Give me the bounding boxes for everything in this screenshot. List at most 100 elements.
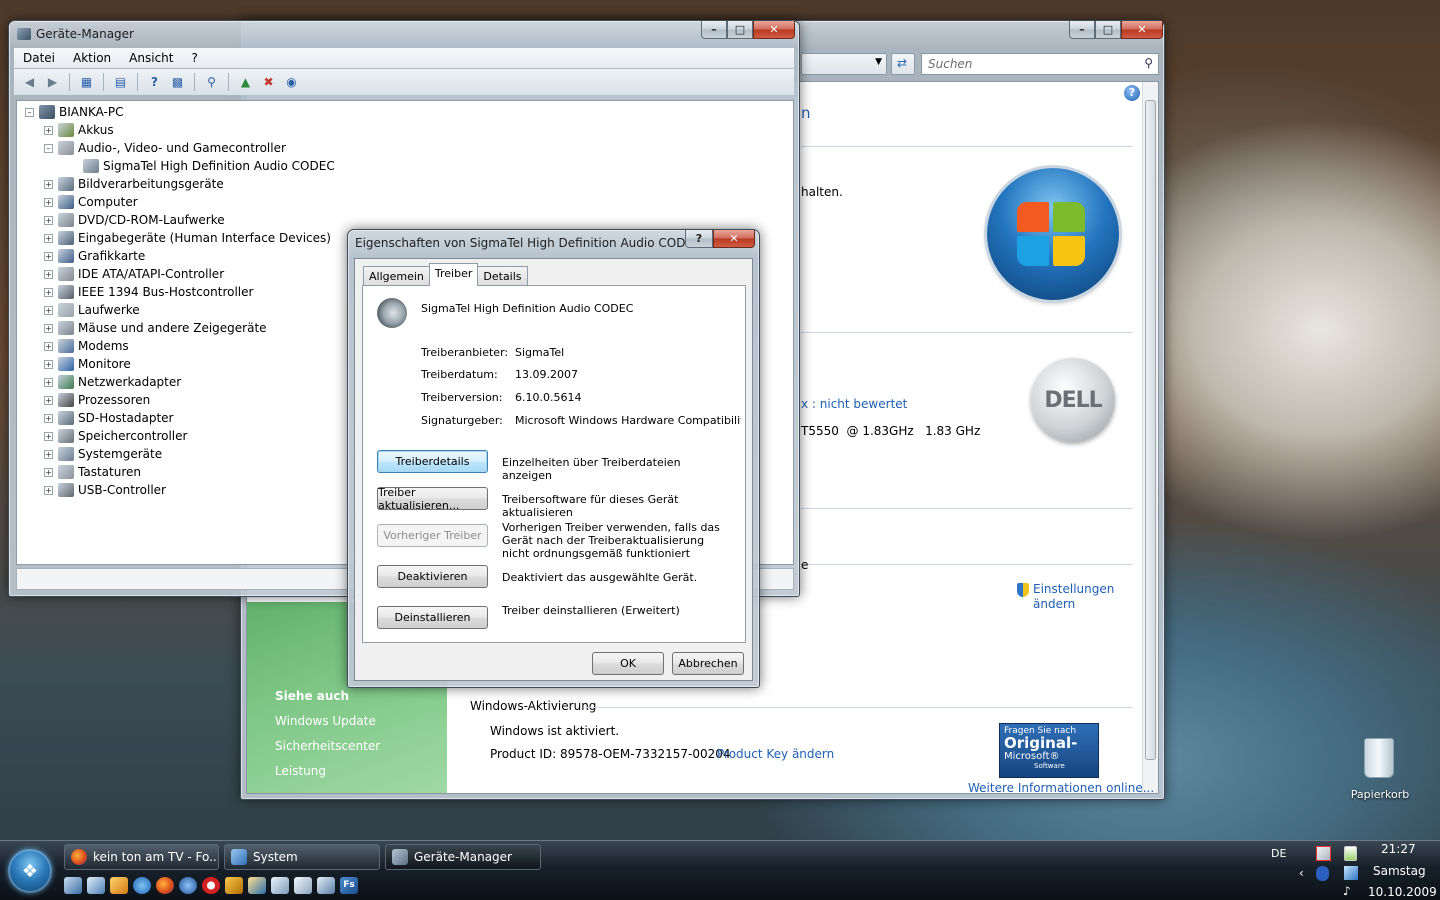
search-input[interactable]: Suchen ⚲ xyxy=(921,53,1159,75)
tree-category-item[interactable]: – Audio-, Video- und Gamecontroller xyxy=(44,139,286,157)
scroll-thumb[interactable] xyxy=(1145,100,1156,760)
rating-link[interactable]: x : nicht bewertet xyxy=(801,397,907,411)
firefox-quicklaunch-icon[interactable] xyxy=(156,877,174,894)
network-alert-icon[interactable] xyxy=(1316,846,1331,861)
tree-category-item[interactable]: + Grafikkarte xyxy=(44,247,145,265)
collapse-icon[interactable]: – xyxy=(25,107,34,117)
clock-time[interactable]: 21:27 xyxy=(1381,842,1416,856)
forward-icon[interactable]: ▶ xyxy=(43,73,62,92)
expand-icon[interactable]: + xyxy=(44,287,53,297)
tree-category-item[interactable]: + Speichercontroller xyxy=(44,427,187,445)
driver-details-button[interactable]: Treiberdetails xyxy=(377,450,488,473)
tree-category-item[interactable]: + Eingabegeräte (Human Interface Devices) xyxy=(44,229,331,247)
tree-root[interactable]: – BIANKA-PC xyxy=(25,103,124,121)
explorer-icon[interactable] xyxy=(248,877,266,894)
switch-windows-icon[interactable] xyxy=(87,877,105,894)
clock-date[interactable]: 10.10.2009 xyxy=(1368,885,1437,899)
expand-icon[interactable]: + xyxy=(44,377,53,387)
language-indicator[interactable]: DE xyxy=(1271,847,1286,860)
tab-treiber[interactable]: Treiber xyxy=(428,263,479,286)
rollback-driver-button[interactable]: Vorheriger Treiber xyxy=(377,524,488,547)
expand-icon[interactable]: + xyxy=(44,323,53,333)
notes-icon[interactable] xyxy=(294,877,312,894)
fs-icon[interactable]: Fs xyxy=(340,877,358,894)
media-player-icon[interactable] xyxy=(179,877,197,894)
update-driver-button[interactable]: Treiber aktualisieren... xyxy=(377,486,488,512)
scrollbar[interactable] xyxy=(1142,82,1158,793)
document-icon[interactable] xyxy=(271,877,289,894)
details-view-icon[interactable]: ▩ xyxy=(168,73,187,92)
expand-icon[interactable]: + xyxy=(44,305,53,315)
performance-link[interactable]: Leistung xyxy=(275,764,326,778)
expand-icon[interactable]: + xyxy=(44,485,53,495)
maximize-button[interactable]: □ xyxy=(1095,21,1121,39)
expand-icon[interactable]: + xyxy=(44,233,53,243)
tree-category-item[interactable]: + USB-Controller xyxy=(44,481,166,499)
close-button[interactable]: ✕ xyxy=(753,21,795,39)
genuine-badge[interactable]: Fragen Sie nach Original- Microsoft® Sof… xyxy=(999,723,1099,778)
windows-update-link[interactable]: Windows Update xyxy=(275,714,376,728)
menu-ansicht[interactable]: Ansicht xyxy=(120,51,182,65)
media-icon[interactable] xyxy=(110,877,128,894)
help-icon[interactable]: ? xyxy=(145,73,164,92)
tree-device-item[interactable]: SigmaTel High Definition Audio CODEC xyxy=(83,157,335,175)
tool-icon[interactable] xyxy=(317,877,335,894)
expand-icon[interactable]: + xyxy=(44,359,53,369)
address-bar[interactable]: ▼ xyxy=(801,53,887,75)
taskbar-button-device-manager[interactable]: Geräte-Manager xyxy=(385,844,541,870)
search-icon[interactable]: ⚲ xyxy=(1144,56,1153,70)
tree-view-icon[interactable]: ▦ xyxy=(77,73,96,92)
taskbar-button-firefox[interactable]: kein ton am TV - Fo... xyxy=(64,844,219,870)
expand-icon[interactable]: + xyxy=(44,395,53,405)
disable-device-icon[interactable]: ◉ xyxy=(282,73,301,92)
bluetooth-icon[interactable] xyxy=(1316,866,1329,881)
disable-button[interactable]: Deaktivieren xyxy=(377,565,488,588)
tree-category-item[interactable]: + SD-Hostadapter xyxy=(44,409,173,427)
clock-day[interactable]: Samstag xyxy=(1373,864,1426,878)
ok-button[interactable]: OK xyxy=(592,652,664,675)
expand-icon[interactable]: + xyxy=(44,413,53,423)
expand-icon[interactable]: + xyxy=(44,125,53,135)
expand-icon[interactable]: + xyxy=(44,197,53,207)
tree-category-item[interactable]: + DVD/CD-ROM-Laufwerke xyxy=(44,211,225,229)
expand-icon[interactable]: + xyxy=(44,431,53,441)
tray-expand-icon[interactable]: ‹ xyxy=(1299,866,1304,880)
close-button[interactable]: ✕ xyxy=(713,230,755,248)
tree-category-item[interactable]: + IEEE 1394 Bus-Hostcontroller xyxy=(44,283,253,301)
refresh-button[interactable]: ⇄ xyxy=(891,53,915,75)
collapse-icon[interactable]: – xyxy=(44,143,53,153)
address-dropdown-icon[interactable]: ▼ xyxy=(875,57,882,67)
tree-category-item[interactable]: + Modems xyxy=(44,337,129,355)
menu-datei[interactable]: Datei xyxy=(14,51,64,65)
recycle-bin[interactable]: Papierkorb xyxy=(1345,736,1415,806)
menu-aktion[interactable]: Aktion xyxy=(64,51,120,65)
tree-category-item[interactable]: + Tastaturen xyxy=(44,463,141,481)
uninstall-button[interactable]: Deinstallieren xyxy=(377,606,488,629)
back-icon[interactable]: ◀ xyxy=(20,73,39,92)
tree-category-item[interactable]: + Monitore xyxy=(44,355,131,373)
product-key-link[interactable]: Product Key ändern xyxy=(717,747,834,761)
expand-icon[interactable]: + xyxy=(44,467,53,477)
expand-icon[interactable]: + xyxy=(44,251,53,261)
scan-hardware-icon[interactable]: ⚲ xyxy=(202,73,221,92)
expand-icon[interactable]: + xyxy=(44,341,53,351)
tree-category-item[interactable]: + Systemgeräte xyxy=(44,445,162,463)
minimize-button[interactable]: – xyxy=(701,21,727,39)
network-icon[interactable] xyxy=(1344,866,1358,880)
battery-icon[interactable] xyxy=(1344,846,1357,861)
tree-category-item[interactable]: + IDE ATA/ATAPI-Controller xyxy=(44,265,224,283)
ie-icon[interactable] xyxy=(133,877,151,894)
expand-icon[interactable]: + xyxy=(44,269,53,279)
volume-icon[interactable]: ♪ xyxy=(1343,884,1351,898)
tree-category-item[interactable]: + Akkus xyxy=(44,121,114,139)
tree-category-item[interactable]: + Prozessoren xyxy=(44,391,150,409)
security-center-link[interactable]: Sicherheitscenter xyxy=(275,739,380,753)
help-button[interactable]: ? xyxy=(685,230,713,248)
tree-category-item[interactable]: + Mäuse und andere Zeigegeräte xyxy=(44,319,267,337)
uninstall-icon[interactable]: ✖ xyxy=(259,73,278,92)
cancel-button[interactable]: Abbrechen xyxy=(672,652,744,675)
show-desktop-icon[interactable] xyxy=(64,877,82,894)
close-button[interactable]: ✕ xyxy=(1121,21,1163,39)
expand-icon[interactable]: + xyxy=(44,215,53,225)
more-info-link[interactable]: Weitere Informationen online... xyxy=(968,781,1154,795)
